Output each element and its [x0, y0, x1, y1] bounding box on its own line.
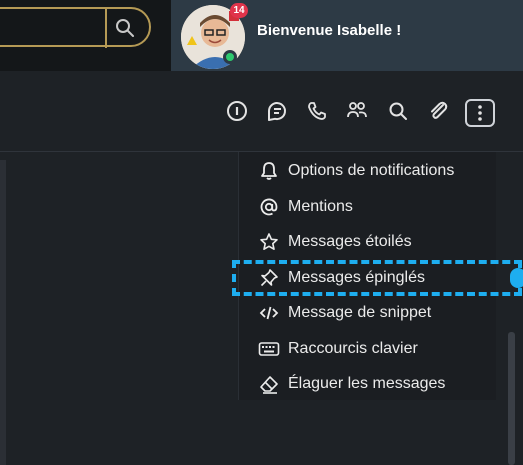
highlight-indicator	[510, 268, 523, 288]
menu-item-label: Messages étoilés	[288, 233, 412, 250]
eraser-icon	[258, 373, 280, 395]
online-status-indicator	[223, 50, 237, 64]
threads-icon	[268, 102, 286, 121]
kebab-menu-button[interactable]	[465, 99, 495, 127]
scrollbar[interactable]	[508, 332, 515, 465]
search-divider	[105, 8, 107, 48]
search-icon	[389, 102, 407, 120]
keyboard-icon	[258, 338, 280, 360]
welcome-text: Bienvenue Isabelle !	[257, 22, 402, 39]
info-icon	[227, 101, 247, 121]
files-button[interactable]	[426, 99, 450, 123]
search-icon	[116, 19, 134, 37]
menu-item-starred-messages[interactable]: Messages étoilés	[258, 227, 498, 257]
bell-icon	[258, 160, 280, 182]
menu-item-label: Raccourcis clavier	[288, 340, 418, 357]
menu-item-prune-messages[interactable]: Élaguer les messages	[258, 369, 498, 399]
room-search-button[interactable]	[386, 99, 410, 123]
members-button[interactable]	[345, 99, 369, 123]
highlight-box	[232, 260, 522, 296]
menu-item-label: Élaguer les messages	[288, 375, 446, 392]
menu-item-mentions[interactable]: Mentions	[258, 192, 498, 222]
menu-item-label: Options de notifications	[288, 162, 455, 179]
star-icon	[258, 231, 280, 253]
menu-item-notification-options[interactable]: Options de notifications	[258, 156, 498, 186]
room-info-button[interactable]	[225, 99, 249, 123]
kebab-menu-icon	[478, 105, 482, 121]
menu-item-keyboard-shortcuts[interactable]: Raccourcis clavier	[258, 334, 498, 364]
phone-icon	[308, 102, 326, 120]
at-sign-icon	[258, 196, 280, 218]
menu-item-label: Message de snippet	[288, 304, 432, 321]
threads-button[interactable]	[265, 99, 289, 123]
code-icon	[258, 302, 280, 324]
left-panel-edge	[0, 160, 6, 465]
members-icon	[347, 102, 367, 118]
menu-item-snippet-message[interactable]: Message de snippet	[258, 298, 498, 328]
search-button[interactable]	[112, 15, 138, 41]
notification-badge: 14	[230, 3, 248, 18]
call-button[interactable]	[305, 99, 329, 123]
menu-item-label: Mentions	[288, 198, 353, 215]
attachment-icon	[431, 101, 448, 119]
